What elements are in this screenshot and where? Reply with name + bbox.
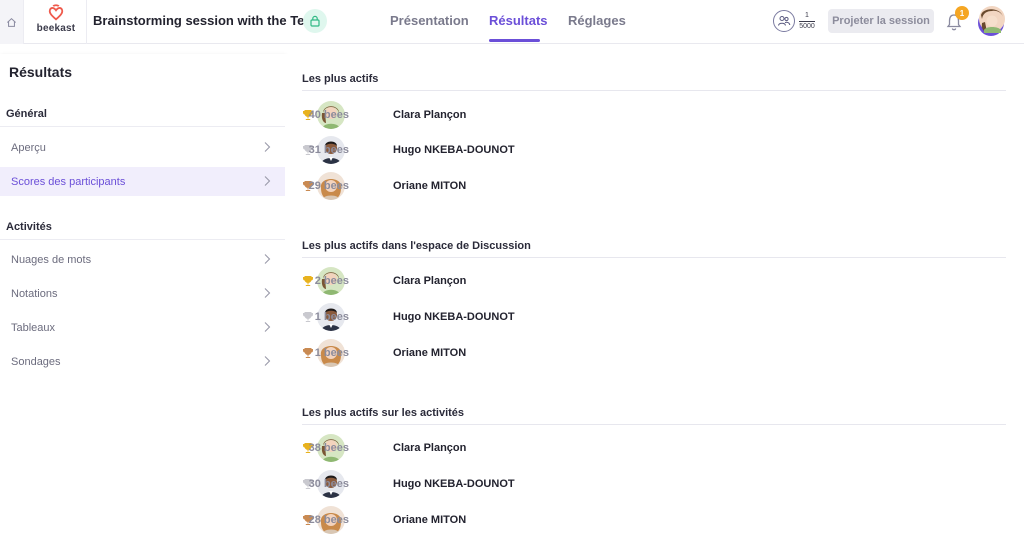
participant-name: Oriane MITON: [393, 347, 467, 359]
chevron-right-icon: [264, 356, 271, 366]
active-tab-indicator: [489, 39, 540, 42]
leaderboard-row: 28 bees Oriane MITON: [302, 506, 702, 536]
participant-name: Clara Plançon: [393, 275, 467, 287]
sidebar-item-notations[interactable]: Notations: [0, 279, 285, 308]
participants-max: 5000: [799, 22, 815, 30]
bees-score: 30 bees: [308, 478, 349, 490]
leaderboard-row: 38 bees Clara Plançon: [302, 434, 702, 464]
divider: [0, 239, 285, 240]
participant-name: Hugo NKEBA-DOUNOT: [393, 478, 515, 490]
leaderboard-row: 2 bees Clara Plançon: [302, 267, 702, 297]
chevron-right-icon: [264, 322, 271, 332]
notification-badge: 1: [955, 6, 969, 20]
tab-reglages[interactable]: Réglages: [568, 13, 626, 28]
lock-button[interactable]: [303, 9, 327, 33]
divider: [0, 126, 285, 127]
participants-counter[interactable]: 1 5000: [773, 9, 819, 33]
sidebar-title: Résultats: [9, 64, 73, 80]
participants-icon: [773, 10, 795, 32]
bees-score: 1 bees: [314, 311, 349, 323]
results-panel: Les plus actifs 40 bees Clara Plançon 31…: [285, 54, 1024, 558]
leaderboard-row: 1 bees Hugo NKEBA-DOUNOT: [302, 303, 702, 333]
divider: [302, 424, 1006, 425]
user-avatar[interactable]: [975, 5, 1007, 37]
top-bar: beekast Brainstorming session with the T…: [0, 0, 1024, 44]
sidebar-item-label: Tableaux: [11, 321, 56, 334]
bees-score: 2 bees: [314, 275, 349, 287]
sidebar-section-activites: Activités: [6, 221, 52, 233]
sidebar-item-label: Notations: [11, 287, 58, 300]
project-session-button[interactable]: Projeter la session: [828, 9, 934, 33]
beekast-logo[interactable]: beekast: [30, 4, 82, 40]
participants-current: 1: [805, 11, 809, 19]
bees-score: 28 bees: [308, 514, 349, 526]
participant-name: Oriane MITON: [393, 514, 467, 526]
divider: [302, 90, 1006, 91]
sidebar-item-sondages[interactable]: Sondages: [0, 347, 285, 376]
sidebar-item-scores[interactable]: Scores des participants: [0, 167, 285, 196]
participant-name: Clara Plançon: [393, 109, 467, 121]
section-title: Les plus actifs sur les activités: [302, 407, 465, 419]
leaderboard-row: 30 bees Hugo NKEBA-DOUNOT: [302, 470, 702, 500]
sidebar-item-label: Nuages de mots: [11, 253, 92, 266]
divider: [86, 0, 87, 44]
home-button[interactable]: [0, 0, 24, 44]
chevron-right-icon: [264, 176, 271, 186]
tab-resultats[interactable]: Résultats: [489, 13, 548, 28]
bees-score: 40 bees: [308, 109, 349, 121]
participant-name: Hugo NKEBA-DOUNOT: [393, 144, 515, 156]
lock-icon: [310, 15, 320, 27]
participants-count: 1 5000: [799, 12, 815, 31]
sidebar-item-label: Scores des participants: [11, 175, 126, 188]
logo-text: beekast: [36, 23, 76, 34]
participant-name: Oriane MITON: [393, 180, 467, 192]
chevron-right-icon: [264, 254, 271, 264]
chevron-right-icon: [264, 142, 271, 152]
bees-score: 31 bees: [308, 144, 349, 156]
sidebar-item-tableaux[interactable]: Tableaux: [0, 313, 285, 342]
sidebar-item-label: Sondages: [11, 355, 61, 368]
sidebar-item-label: Aperçu: [11, 141, 46, 154]
sidebar-item-apercu[interactable]: Aperçu: [0, 133, 285, 162]
sidebar-item-nuages[interactable]: Nuages de mots: [0, 245, 285, 274]
leaderboard-row: 1 bees Oriane MITON: [302, 339, 702, 369]
participant-name: Hugo NKEBA-DOUNOT: [393, 311, 515, 323]
chevron-right-icon: [264, 288, 271, 298]
session-title: Brainstorming session with the Team: [93, 13, 324, 28]
section-title: Les plus actifs dans l'espace de Discuss…: [302, 240, 531, 252]
section-title: Les plus actifs: [302, 73, 379, 85]
bees-score: 29 bees: [308, 180, 349, 192]
tab-presentation[interactable]: Présentation: [390, 13, 469, 28]
leaderboard-row: 31 bees Hugo NKEBA-DOUNOT: [302, 136, 702, 166]
sidebar: Résultats Général Aperçu Scores des part…: [0, 54, 285, 558]
logo-icon: [48, 4, 64, 21]
divider: [302, 257, 1006, 258]
leaderboard-row: 40 bees Clara Plançon: [302, 101, 702, 131]
participant-name: Clara Plançon: [393, 442, 467, 454]
leaderboard-row: 29 bees Oriane MITON: [302, 172, 702, 202]
bees-score: 1 bees: [314, 347, 349, 359]
bees-score: 38 bees: [308, 442, 349, 454]
sidebar-section-general: Général: [6, 108, 47, 120]
home-icon: [7, 17, 16, 27]
